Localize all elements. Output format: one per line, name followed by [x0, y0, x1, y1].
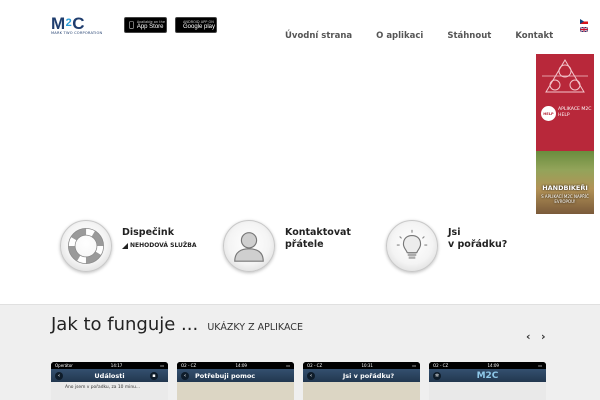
arrow-triangle-icon — [122, 242, 128, 249]
feature-title-line1: Kontaktovat — [285, 227, 351, 238]
banner-emblem-icon — [542, 59, 588, 93]
phone-title-bar: ‹ Jsi v pořádku? — [303, 369, 420, 382]
phone-status-bar: Operátor 14:17 ▭ — [51, 362, 168, 369]
feature-contact-friends[interactable]: Kontaktovat přátele — [223, 220, 351, 276]
status-time: 10:31 — [361, 363, 373, 368]
settings-icon: ✲ — [433, 371, 441, 380]
person-icon — [234, 232, 264, 262]
battery-icon: ▭ — [160, 363, 164, 368]
carousel-prev-button[interactable]: ‹ — [526, 330, 531, 343]
phone-status-bar: O2 - CZ 10:31 ▭ — [303, 362, 420, 369]
feature-title-line2: v pořádku? — [448, 239, 508, 250]
phone-title: Události — [94, 371, 125, 380]
carousel-next-button[interactable]: › — [541, 330, 546, 343]
gb-flag-icon[interactable] — [580, 27, 588, 32]
nav-download[interactable]: Stáhnout — [447, 31, 491, 41]
feature-dispatch[interactable]: Dispečink NEHODOVÁ SLUŽBA — [60, 220, 197, 276]
app-screenshot-are-you-ok[interactable]: O2 - CZ 10:31 ▭ ‹ Jsi v pořádku? — [303, 362, 420, 400]
help-badge: HELP — [541, 106, 556, 121]
nav-home[interactable]: Úvodní strana — [285, 31, 352, 41]
app-store-badge[interactable]:  Available on the App Store — [124, 17, 167, 33]
status-carrier: O2 - CZ — [307, 363, 323, 368]
battery-icon: ▭ — [538, 363, 542, 368]
phone-title: Potřebuji pomoc — [195, 371, 256, 380]
feature-circle — [223, 220, 275, 272]
back-icon: ‹ — [181, 371, 189, 380]
back-icon: ‹ — [55, 371, 63, 380]
status-carrier: O2 - CZ — [433, 363, 449, 368]
battery-icon: ▭ — [412, 363, 416, 368]
banner-app-text: APLIKACE M2C HELP — [558, 107, 592, 118]
nav-contact[interactable]: Kontakt — [515, 31, 553, 41]
status-carrier: Operátor — [55, 363, 73, 368]
page: M2C MARK TWO CORPORATION  Available on … — [0, 0, 600, 400]
lifebuoy-icon — [68, 228, 104, 264]
logo[interactable]: M2C MARK TWO CORPORATION — [51, 14, 103, 36]
banner-subline: S APLIKACÍ M2C NAPŘÍČ EVROPOU! — [541, 194, 589, 204]
phone-body — [429, 382, 546, 400]
google-play-label: Google play — [183, 23, 216, 30]
nav-about[interactable]: O aplikaci — [376, 31, 423, 41]
feature-circle — [60, 220, 112, 272]
logo-mark: M2C — [51, 14, 86, 33]
phone-title-bar: ✲ M2C — [429, 369, 546, 382]
phone-status-bar: O2 - CZ 14:09 ▭ — [429, 362, 546, 369]
feature-subtitle-text: NEHODOVÁ SLUŽBA — [130, 242, 197, 249]
feature-title-line2: přátele — [285, 239, 324, 250]
section-heading: Jak to funguje ... UKÁZKY Z APLIKACE — [51, 314, 303, 335]
logo-subtext: MARK TWO CORPORATION — [51, 31, 103, 35]
main-nav: Úvodní strana O aplikaci Stáhnout Kontak… — [285, 31, 553, 41]
app-screenshot-need-help[interactable]: O2 - CZ 14:09 ▭ ‹ Potřebuji pomoc — [177, 362, 294, 400]
phone-logo: M2C — [476, 370, 499, 381]
banner-photo — [536, 151, 594, 214]
map-preview — [177, 382, 294, 400]
trash-icon: ▪ — [150, 371, 158, 380]
phone-status-bar: O2 - CZ 14:09 ▭ — [177, 362, 294, 369]
apple-icon:  — [129, 21, 134, 29]
feature-are-you-ok[interactable]: Jsi v pořádku? — [386, 220, 507, 276]
how-it-works-section: Jak to funguje ... UKÁZKY Z APLIKACE ‹ ›… — [0, 304, 600, 400]
lightbulb-icon — [396, 229, 428, 259]
app-store-label: App Store — [132, 23, 164, 30]
status-time: 14:09 — [487, 363, 499, 368]
phone-body: Ano jsem v pořadku, za 10 minu... — [51, 382, 168, 400]
feature-title-line1: Jsi — [448, 227, 461, 238]
section-subtitle: UKÁZKY Z APLIKACE — [207, 322, 303, 333]
app-screenshot-events[interactable]: Operátor 14:17 ▭ ‹ Události ▪ Ano jsem v… — [51, 362, 168, 400]
side-banner[interactable]: HELP APLIKACE M2C HELP HANDBIKEŘI S APLI… — [536, 54, 594, 214]
battery-icon: ▭ — [286, 363, 290, 368]
map-preview — [303, 382, 420, 400]
status-time: 14:17 — [110, 363, 123, 368]
back-icon: ‹ — [307, 371, 315, 380]
status-carrier: O2 - CZ — [181, 363, 197, 368]
feature-subtitle: NEHODOVÁ SLUŽBA — [122, 242, 197, 249]
phone-title: Jsi v pořádku? — [342, 371, 395, 380]
status-time: 14:09 — [235, 363, 247, 368]
app-screenshot-home[interactable]: O2 - CZ 14:09 ▭ ✲ M2C — [429, 362, 546, 400]
cz-flag-icon[interactable] — [580, 19, 588, 24]
banner-headline: HANDBIKEŘI — [542, 184, 588, 192]
google-play-badge[interactable]: ANDROID APP ON Google play — [175, 17, 217, 33]
feature-circle — [386, 220, 438, 272]
event-text: Ano jsem v pořadku, za 10 minu... — [65, 385, 141, 390]
section-title: Jak to funguje ... — [51, 314, 199, 335]
phone-title-bar: ‹ Potřebuji pomoc — [177, 369, 294, 382]
phone-title-bar: ‹ Události ▪ — [51, 369, 168, 382]
feature-title: Dispečink — [122, 227, 175, 238]
